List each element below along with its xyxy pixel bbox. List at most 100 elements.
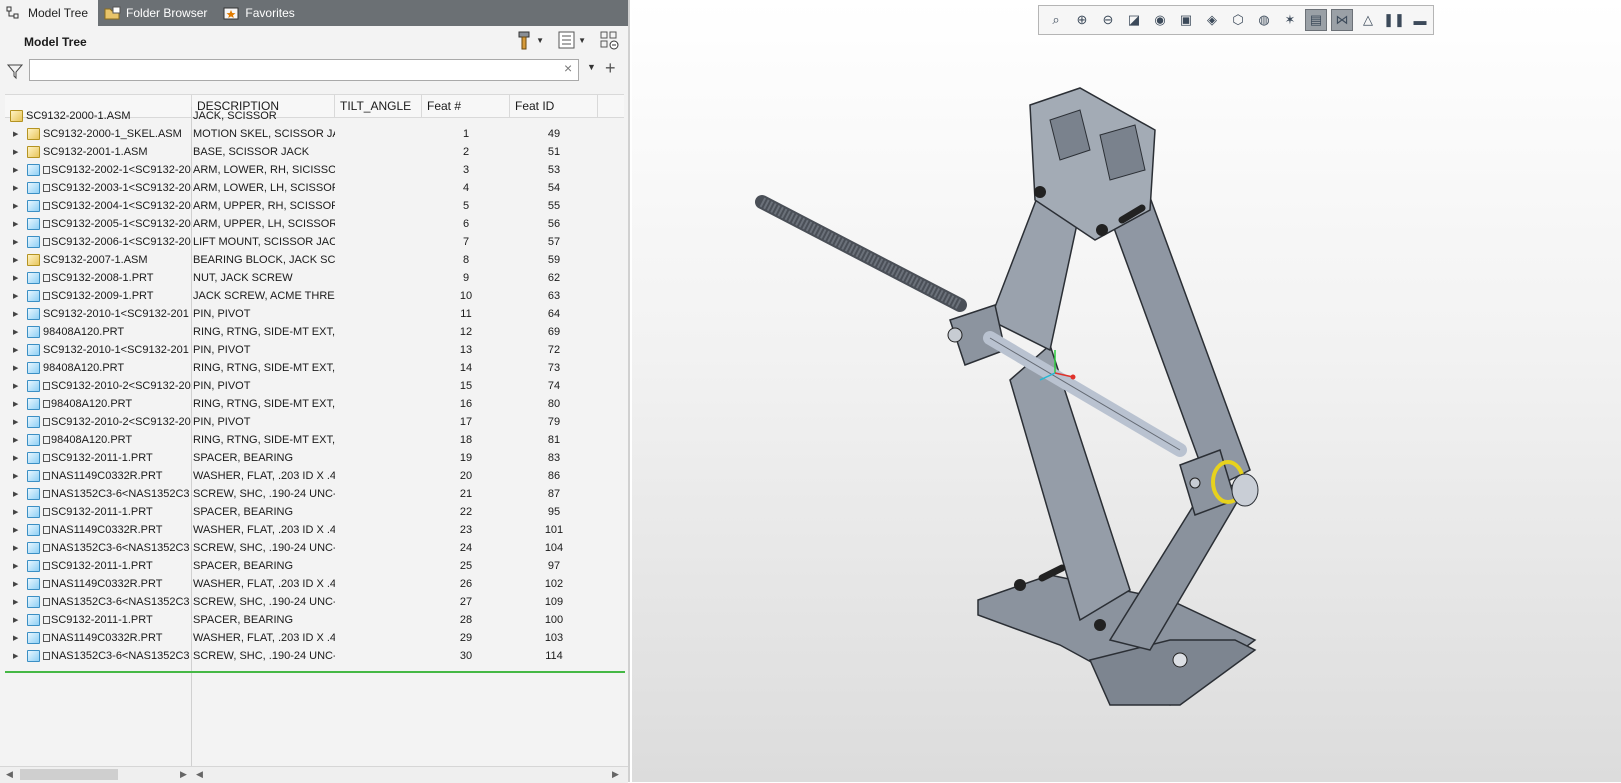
expand-icon[interactable]: ▶ bbox=[13, 148, 23, 156]
settings-menu[interactable]: ▼ bbox=[516, 30, 544, 50]
expand-icon[interactable]: ▶ bbox=[13, 562, 23, 570]
expand-icon[interactable]: ▶ bbox=[13, 598, 23, 606]
table-row[interactable]: ▶ SC9132-2003-1<SC9132-20 ARM, LOWER, LH, … bbox=[5, 179, 624, 197]
table-row[interactable]: ▶ SC9132-2004-1<SC9132-20 ARM, UPPER, RH, … bbox=[5, 197, 624, 215]
expand-icon[interactable]: ▶ bbox=[13, 382, 23, 390]
chevron-down-icon[interactable]: ▼ bbox=[587, 62, 596, 72]
view-manager-icon[interactable]: ◈ bbox=[1201, 9, 1223, 31]
scroll-left-icon[interactable]: ◀ bbox=[196, 769, 203, 780]
table-row[interactable]: ▶ SC9132-2002-1<SC9132-20 ARM, LOWER, RH, … bbox=[5, 161, 624, 179]
row-description: WASHER, FLAT, .203 ID X .43 bbox=[193, 470, 335, 482]
zoom-in-icon[interactable]: ⊕ bbox=[1071, 9, 1093, 31]
expand-icon[interactable]: ▶ bbox=[13, 328, 23, 336]
scissor-jack-model[interactable] bbox=[750, 80, 1310, 740]
show-menu[interactable]: ▼ bbox=[558, 30, 586, 50]
table-row[interactable]: ▶ SC9132-2008-1.PRT NUT, JACK SCREW 9 62 bbox=[5, 269, 624, 287]
expand-icon[interactable]: ▶ bbox=[13, 634, 23, 642]
link-icon bbox=[43, 508, 50, 516]
table-row[interactable]: ▶ SC9132-2011-1.PRT SPACER, BEARING 19 83 bbox=[5, 449, 624, 467]
table-row[interactable]: ▶ SC9132-2007-1.ASM BEARING BLOCK, JACK SC… bbox=[5, 251, 624, 269]
perspective-icon[interactable]: ⬡ bbox=[1227, 9, 1249, 31]
scroll-right-icon[interactable]: ▶ bbox=[180, 769, 187, 780]
scroll-left-icon[interactable]: ◀ bbox=[6, 769, 13, 780]
scroll-thumb[interactable] bbox=[20, 769, 118, 780]
table-row[interactable]: ▶ SC9132-2010-1<SC9132-201 PIN, PIVOT 13 72 bbox=[5, 341, 624, 359]
table-row[interactable]: ▶ SC9132-2009-1.PRT JACK SCREW, ACME THREA… bbox=[5, 287, 624, 305]
clear-icon[interactable]: × bbox=[564, 60, 572, 76]
saved-orientations-icon[interactable]: ▣ bbox=[1175, 9, 1197, 31]
scroll-right-icon[interactable]: ▶ bbox=[612, 769, 619, 780]
expand-icon[interactable]: ▶ bbox=[13, 364, 23, 372]
table-row[interactable]: ▶ NAS1149C0332R.PRT WASHER, FLAT, .203 ID … bbox=[5, 575, 624, 593]
repaint-icon[interactable]: ◪ bbox=[1123, 9, 1145, 31]
tab-folder-browser[interactable]: Folder Browser bbox=[98, 0, 217, 26]
expand-icon[interactable]: ▶ bbox=[13, 652, 23, 660]
table-row[interactable]: ▶ SC9132-2006-1<SC9132-20 LIFT MOUNT, SCIS… bbox=[5, 233, 624, 251]
refit-icon[interactable]: ⌕ bbox=[1045, 9, 1067, 31]
table-row[interactable]: ▶ SC9132-2010-2<SC9132-20 PIN, PIVOT 15 74 bbox=[5, 377, 624, 395]
part-icon bbox=[27, 362, 40, 374]
expand-icon[interactable]: ▶ bbox=[13, 166, 23, 174]
table-row[interactable]: ▶ SC9132-2005-1<SC9132-20 ARM, UPPER, LH, … bbox=[5, 215, 624, 233]
tab-favorites[interactable]: Favorites bbox=[217, 0, 304, 26]
horizontal-scrollbar[interactable]: ◀ ▶ ◀ ▶ bbox=[0, 766, 628, 783]
table-row[interactable]: ▶ NAS1149C0332R.PRT WASHER, FLAT, .203 ID … bbox=[5, 521, 624, 539]
table-row[interactable]: ▶ 98408A120.PRT RING, RTNG, SIDE-MT EXT, .… bbox=[5, 323, 624, 341]
row-description: ARM, UPPER, RH, SCISSOR J bbox=[193, 200, 335, 212]
stop-icon[interactable]: ▬ bbox=[1409, 9, 1431, 31]
expand-icon[interactable]: ▶ bbox=[13, 220, 23, 228]
table-row[interactable]: ▶ SC9132-2011-1.PRT SPACER, BEARING 25 97 bbox=[5, 557, 624, 575]
expand-icon[interactable]: ▶ bbox=[13, 490, 23, 498]
expand-icon[interactable]: ▶ bbox=[13, 274, 23, 282]
expand-icon[interactable]: ▶ bbox=[13, 202, 23, 210]
expand-icon[interactable]: ▶ bbox=[13, 436, 23, 444]
zoom-out-icon[interactable]: ⊖ bbox=[1097, 9, 1119, 31]
pause-icon[interactable]: ❚❚ bbox=[1383, 9, 1405, 31]
table-row[interactable]: ▶ NAS1149C0332R.PRT WASHER, FLAT, .203 ID … bbox=[5, 629, 624, 647]
spin-center-icon[interactable]: ⋈ bbox=[1331, 9, 1353, 31]
expand-icon[interactable]: ▶ bbox=[13, 292, 23, 300]
annotation-display-icon[interactable]: ▤ bbox=[1305, 9, 1327, 31]
expand-icon[interactable]: ▶ bbox=[13, 472, 23, 480]
row-description: MOTION SKEL, SCISSOR JAC bbox=[193, 128, 335, 140]
table-row[interactable]: ▶ 98408A120.PRT RING, RTNG, SIDE-MT EXT, .… bbox=[5, 431, 624, 449]
hidden-line-icon[interactable]: △ bbox=[1357, 9, 1379, 31]
expand-icon[interactable]: ▶ bbox=[13, 184, 23, 192]
table-row[interactable]: ▶ NAS1352C3-6<NAS1352C3 SCREW, SHC, .190-2… bbox=[5, 647, 624, 665]
add-icon[interactable]: + bbox=[605, 58, 616, 79]
expand-icon[interactable]: ▶ bbox=[13, 238, 23, 246]
table-row[interactable]: ▶ SC9132-2000-1_SKEL.ASM MOTION SKEL, SCIS… bbox=[5, 125, 624, 143]
table-row[interactable]: SC9132-2000-1.ASM JACK, SCISSOR bbox=[5, 107, 624, 125]
table-row[interactable]: ▶ NAS1352C3-6<NAS1352C3 SCREW, SHC, .190-2… bbox=[5, 539, 624, 557]
expand-icon[interactable]: ▶ bbox=[13, 418, 23, 426]
expand-icon[interactable]: ▶ bbox=[13, 616, 23, 624]
expand-icon[interactable]: ▶ bbox=[13, 346, 23, 354]
expand-icon[interactable]: ▶ bbox=[13, 526, 23, 534]
display-style-icon[interactable]: ◉ bbox=[1149, 9, 1171, 31]
table-row[interactable]: ▶ SC9132-2010-2<SC9132-20 PIN, PIVOT 17 79 bbox=[5, 413, 624, 431]
expand-icon[interactable]: ▶ bbox=[13, 400, 23, 408]
section-icon[interactable]: ◍ bbox=[1253, 9, 1275, 31]
expand-icon[interactable]: ▶ bbox=[13, 310, 23, 318]
expand-icon[interactable]: ▶ bbox=[13, 580, 23, 588]
datum-display-icon[interactable]: ✶ bbox=[1279, 9, 1301, 31]
tab-model-tree[interactable]: Model Tree bbox=[0, 0, 99, 26]
table-row[interactable]: ▶ NAS1149C0332R.PRT WASHER, FLAT, .203 ID … bbox=[5, 467, 624, 485]
table-row[interactable]: ▶ SC9132-2011-1.PRT SPACER, BEARING 28 100 bbox=[5, 611, 624, 629]
table-row[interactable]: ▶ 98408A120.PRT RING, RTNG, SIDE-MT EXT, .… bbox=[5, 359, 624, 377]
table-row[interactable]: ▶ NAS1352C3-6<NAS1352C3 SCREW, SHC, .190-2… bbox=[5, 485, 624, 503]
table-row[interactable]: ▶ SC9132-2010-1<SC9132-201 PIN, PIVOT 11 64 bbox=[5, 305, 624, 323]
expand-icon[interactable]: ▶ bbox=[13, 544, 23, 552]
expand-icon[interactable]: ▶ bbox=[13, 256, 23, 264]
table-row[interactable]: ▶ SC9132-2011-1.PRT SPACER, BEARING 22 95 bbox=[5, 503, 624, 521]
filter-icon[interactable] bbox=[6, 62, 24, 80]
table-row[interactable]: ▶ SC9132-2001-1.ASM BASE, SCISSOR JACK 2 51 bbox=[5, 143, 624, 161]
search-input[interactable] bbox=[29, 59, 579, 81]
expand-icon[interactable]: ▶ bbox=[13, 454, 23, 462]
expand-icon[interactable]: ▶ bbox=[13, 508, 23, 516]
jack-screw bbox=[755, 195, 967, 312]
table-row[interactable]: ▶ 98408A120.PRT RING, RTNG, SIDE-MT EXT, .… bbox=[5, 395, 624, 413]
table-row[interactable]: ▶ NAS1352C3-6<NAS1352C3 SCREW, SHC, .190-2… bbox=[5, 593, 624, 611]
column-display-icon[interactable] bbox=[600, 30, 619, 50]
expand-icon[interactable]: ▶ bbox=[13, 130, 23, 138]
